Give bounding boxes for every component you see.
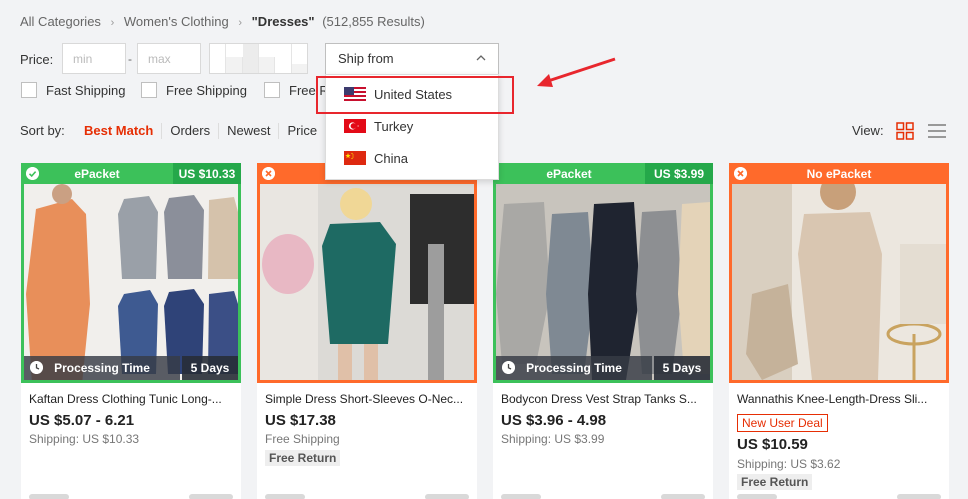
rating-row [501,494,705,499]
processing-label: Processing Time [526,361,622,375]
processing-label: Processing Time [54,361,150,375]
histogram-bar[interactable] [291,64,307,73]
us-flag-icon [344,87,366,101]
price-max-input[interactable] [137,43,201,74]
processing-days: 5 Days [182,356,238,380]
sort-label: Sort by: [20,123,65,138]
epacket-banner: ePacket US $3.99 [493,163,713,184]
product-title[interactable]: Kaftan Dress Clothing Tunic Long-... [29,392,233,406]
epacket-label: No ePacket [806,166,872,181]
chevron-right-icon: › [110,17,115,29]
price-dash: - [128,52,132,66]
checkbox-label: Free R [289,82,329,98]
checkbox-label: Free Shipping [166,82,247,98]
histogram-bar[interactable] [226,57,243,73]
epacket-label: ePacket [546,166,592,181]
product-title[interactable]: Bodycon Dress Vest Strap Tanks S... [501,392,705,406]
no-epacket-banner: No ePacket [729,163,949,184]
ship-from-dropdown: United States Turkey China [325,74,499,180]
sort-price[interactable]: Price [279,123,325,139]
price-histogram[interactable] [209,43,308,74]
epacket-frame [493,163,713,383]
product-shipping: Shipping: US $3.99 [501,432,605,446]
processing-time-bar: Processing Time 5 Days [24,356,238,380]
ship-option-turkey[interactable]: Turkey [326,112,498,140]
search-query: "Dresses" [251,14,315,29]
result-count: (512,855 Results) [322,14,425,29]
ship-from-select[interactable]: Ship from [325,43,499,75]
clock-icon [502,361,515,374]
epacket-banner: ePacket US $10.33 [21,163,241,184]
product-card[interactable]: Simple Dress Short-Sleeves O-Nec... US $… [257,163,477,499]
sort-orders[interactable]: Orders [162,123,220,139]
product-card[interactable]: No ePacket Wannathis Knee-Length-Dress S… [729,163,949,499]
price-min-input[interactable] [62,43,126,74]
processing-time-bar: Processing Time 5 Days [496,356,710,380]
checkbox-icon[interactable] [141,82,157,98]
processing-days: 5 Days [654,356,710,380]
product-card[interactable]: ePacket US $3.99 Processing Time 5 Days … [493,163,713,499]
histogram-bar[interactable] [275,44,292,73]
fast-shipping-checkbox[interactable]: Fast Shipping [21,82,126,98]
annotation-arrow-icon [537,57,616,87]
turkey-flag-icon [344,119,366,133]
list-view-icon[interactable] [928,122,946,140]
histogram-bar[interactable] [210,44,227,73]
ship-option-united-states[interactable]: United States [326,80,498,108]
grid-view-icon[interactable] [896,122,914,140]
product-title[interactable]: Wannathis Knee-Length-Dress Sli... [737,392,941,406]
clock-icon [30,361,43,374]
ship-option-china[interactable]: China [326,144,498,172]
no-epacket-frame [729,163,949,383]
view-label: View: [852,123,884,138]
free-return-checkbox[interactable]: Free R [264,82,329,98]
epacket-label: ePacket [74,166,120,181]
checkbox-icon[interactable] [21,82,37,98]
epacket-price: US $3.99 [645,163,713,184]
rating-row [737,494,941,499]
rating-row [29,494,233,499]
price-label: Price: [20,52,54,67]
breadcrumb-womens-clothing[interactable]: Women's Clothing [124,14,229,29]
check-circle-icon [26,167,39,180]
product-price: US $17.38 [265,412,336,429]
breadcrumb: All Categories › Women's Clothing › "Dre… [20,14,425,29]
product-shipping: Free Shipping [265,432,340,446]
ship-option-label: United States [374,86,453,102]
product-title[interactable]: Simple Dress Short-Sleeves O-Nec... [265,392,469,406]
chevron-up-icon [476,55,486,61]
product-card[interactable]: ePacket US $10.33 Processing Time 5 Days… [21,163,241,499]
free-return-badge: Free Return [737,474,813,490]
close-circle-icon [262,167,275,180]
breadcrumb-all-categories[interactable]: All Categories [20,14,101,29]
sort-options: Best Match Orders Newest Price [76,118,325,144]
chevron-right-icon: › [238,17,243,29]
product-price: US $10.59 [737,436,808,453]
ship-option-label: Turkey [374,118,414,134]
product-shipping: Shipping: US $10.33 [29,432,140,446]
close-circle-icon [734,167,747,180]
ship-option-label: China [374,150,408,166]
sort-newest[interactable]: Newest [219,123,280,139]
china-flag-icon [344,151,366,165]
product-price: US $5.07 - 6.21 [29,412,135,429]
epacket-frame [21,163,241,383]
free-shipping-checkbox[interactable]: Free Shipping [141,82,247,98]
checkbox-icon[interactable] [264,82,280,98]
ship-from-label: Ship from [338,51,394,66]
rating-row [265,494,469,499]
free-return-badge: Free Return [265,450,341,466]
product-shipping: Shipping: US $3.62 [737,457,841,471]
sort-best-match[interactable]: Best Match [76,123,163,139]
histogram-bar[interactable] [242,44,259,73]
no-epacket-frame [257,163,477,383]
checkbox-label: Fast Shipping [46,82,126,98]
new-user-deal-badge: New User Deal [737,414,828,432]
histogram-bar[interactable] [258,57,276,73]
product-price: US $3.96 - 4.98 [501,412,607,429]
epacket-price: US $10.33 [173,163,241,184]
